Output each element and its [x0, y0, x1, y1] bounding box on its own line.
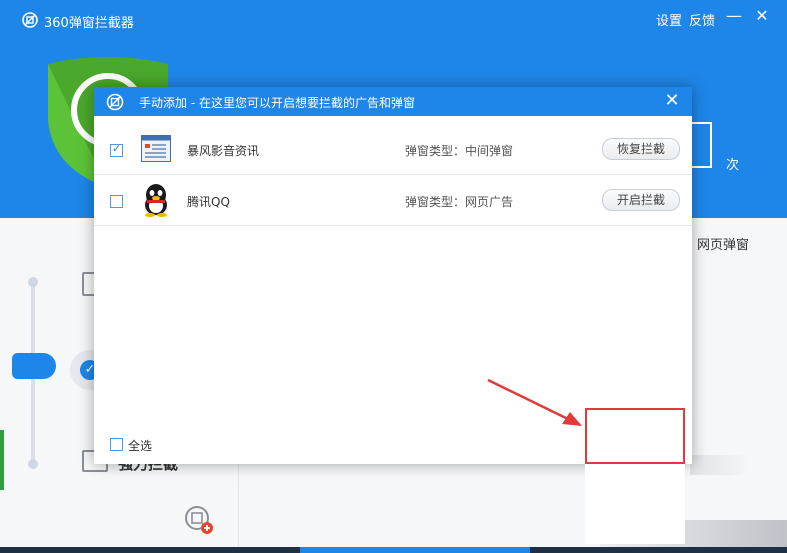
qq-penguin-icon: [145, 184, 167, 217]
redacted-area: [585, 464, 685, 544]
minimize-button[interactable]: —: [724, 6, 744, 25]
web-popup-label: 网页弹窗: [697, 238, 750, 253]
slider-stop-dot[interactable]: [28, 277, 38, 287]
row-type: 弹窗类型：中间弹窗: [405, 144, 514, 158]
app-logo-icon: [22, 12, 38, 28]
select-all-label[interactable]: 全选: [128, 437, 152, 454]
row-type: 弹窗类型：网页广告: [405, 195, 514, 209]
window-close-button[interactable]: ✕: [752, 6, 772, 25]
row-name: 暴风影音资讯: [187, 144, 260, 158]
add-block-icon[interactable]: [184, 505, 214, 535]
slider-stop-dot[interactable]: [28, 459, 38, 469]
slider-knob[interactable]: [12, 353, 56, 379]
list-item: 暴风影音资讯 弹窗类型：中间弹窗 恢复拦截: [94, 124, 692, 175]
baofeng-news-icon: [141, 135, 171, 162]
edge-strip: [0, 430, 4, 490]
annotation-highlight-box: [585, 408, 685, 464]
list-item: 腾讯QQ 弹窗类型：网页广告 开启拦截: [94, 175, 692, 226]
enable-block-button[interactable]: 开启拦截: [602, 189, 680, 211]
select-all-checkbox[interactable]: [110, 438, 123, 451]
row-name: 腾讯QQ: [187, 195, 230, 209]
settings-link[interactable]: 设置: [656, 10, 682, 29]
block-icon: [106, 93, 124, 111]
restore-block-button[interactable]: 恢复拦截: [602, 138, 680, 160]
background-blur: [690, 455, 750, 475]
row-checkbox[interactable]: [110, 195, 123, 208]
dialog-close-button[interactable]: ✕: [662, 90, 682, 111]
taskbar-active: [300, 547, 530, 553]
annotation-arrow-icon: [487, 378, 582, 426]
divider: [238, 460, 239, 550]
app-title: 360弹窗拦截器: [44, 16, 134, 31]
row-checkbox[interactable]: [110, 142, 123, 157]
dialog-title: 手动添加 - 在这里您可以开启想要拦截的广告和弹窗: [139, 96, 415, 110]
feedback-link[interactable]: 反馈: [689, 10, 715, 29]
times-unit-label: 次: [726, 158, 740, 173]
